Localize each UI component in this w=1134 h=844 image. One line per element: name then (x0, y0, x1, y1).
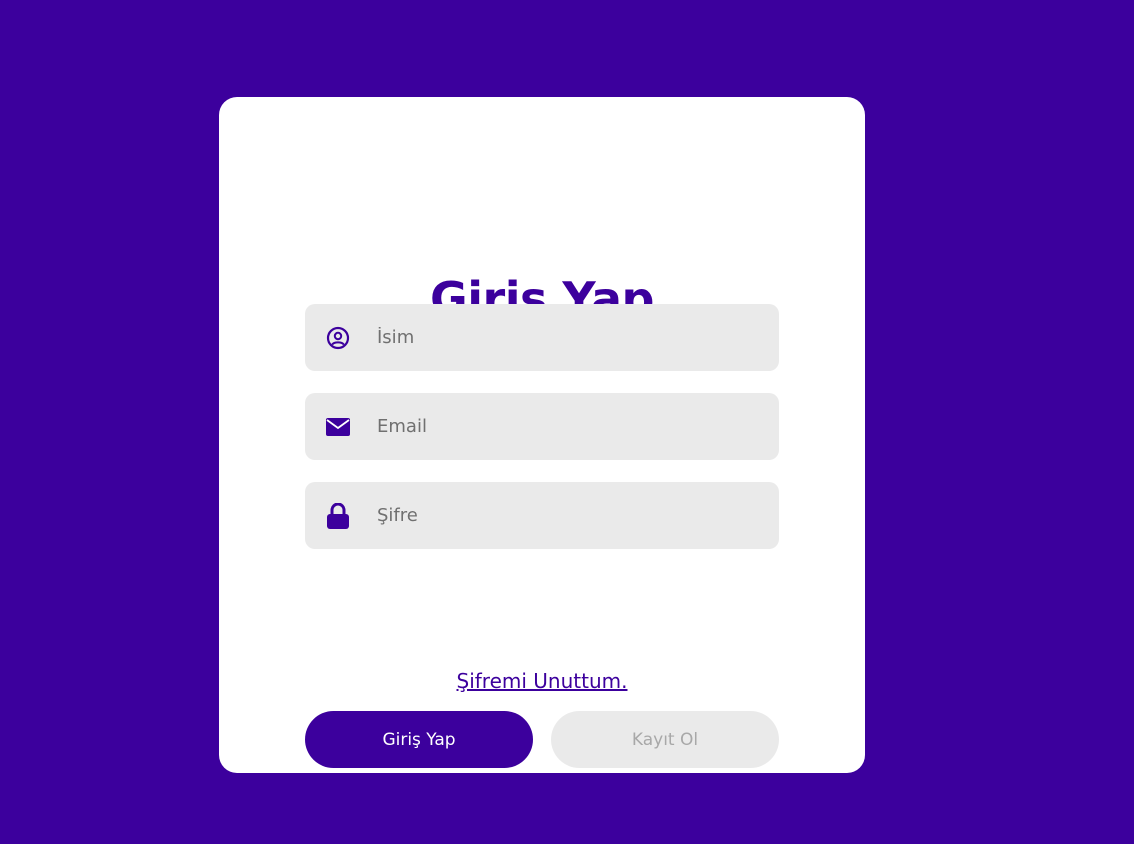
password-input[interactable] (377, 482, 757, 549)
login-card: Giriş Yap Şifremi Unutt (219, 97, 865, 773)
envelope-icon (325, 414, 351, 440)
forgot-password-link[interactable]: Şifremi Unuttum. (219, 669, 865, 693)
register-button[interactable]: Kayıt Ol (551, 711, 779, 768)
password-field[interactable] (305, 482, 779, 549)
lock-icon (325, 502, 351, 529)
user-circle-icon (325, 325, 351, 351)
email-input[interactable] (377, 393, 757, 460)
name-input[interactable] (377, 304, 757, 371)
email-field[interactable] (305, 393, 779, 460)
login-button[interactable]: Giriş Yap (305, 711, 533, 768)
name-field[interactable] (305, 304, 779, 371)
